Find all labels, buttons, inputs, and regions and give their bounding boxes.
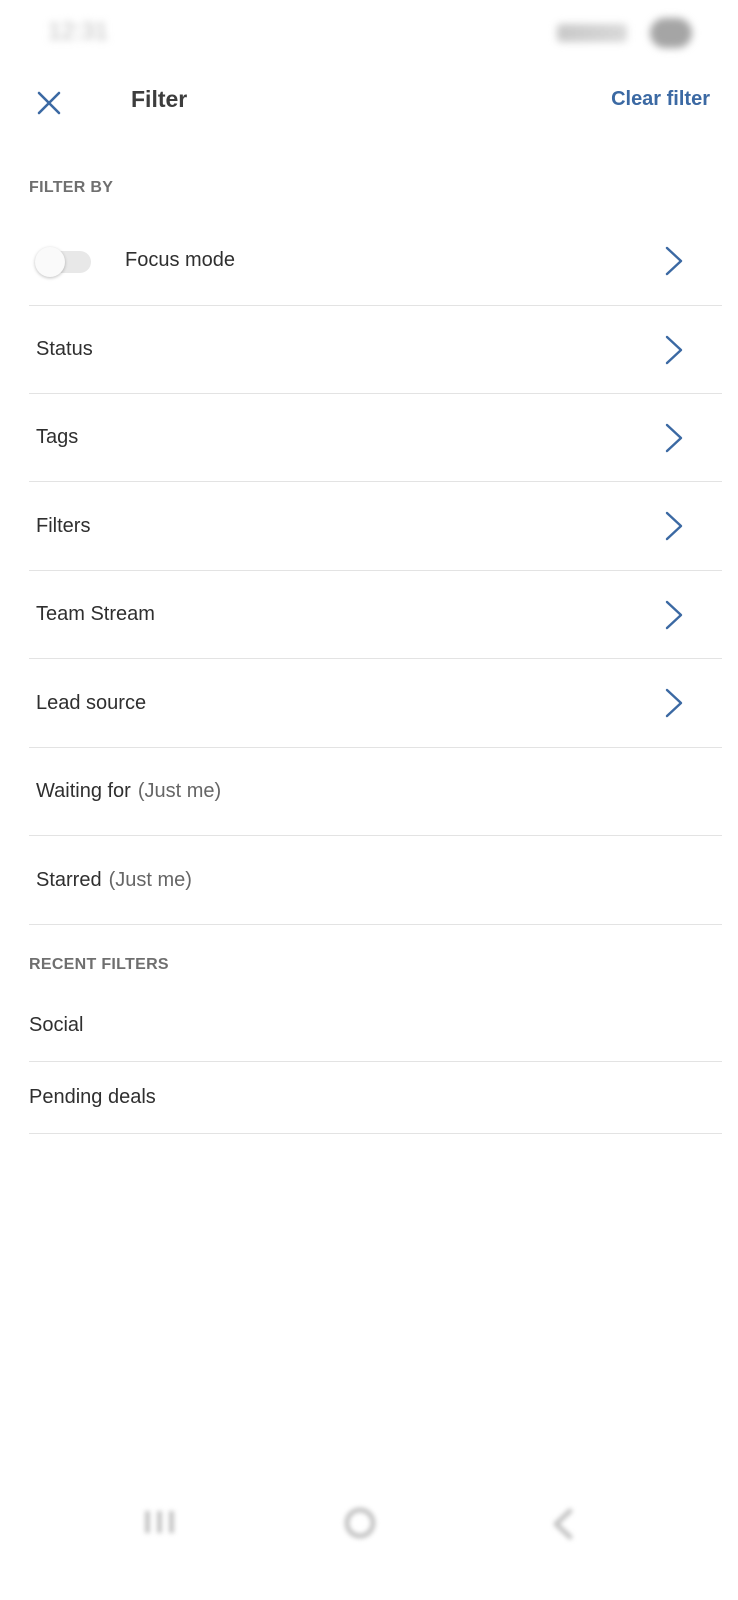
back-icon[interactable] — [550, 1507, 576, 1546]
status-time: 12:31 — [48, 18, 109, 45]
recent-filter-social[interactable]: Social — [29, 990, 722, 1062]
status-icons — [557, 18, 692, 48]
recent-filter-label: Social — [29, 1014, 84, 1036]
filter-item-label: Tags — [36, 426, 79, 448]
filter-item-sublabel: (Just me) — [108, 868, 192, 891]
chevron-right-icon — [662, 333, 686, 367]
filter-item-label: Filters — [36, 514, 91, 537]
close-icon — [37, 91, 61, 115]
chevron-right-icon — [662, 686, 686, 720]
filter-item-starred[interactable]: Starred (Just me) — [29, 836, 722, 925]
filter-item-waiting-for[interactable]: Waiting for (Just me) — [29, 748, 722, 836]
chevron-right-icon — [662, 509, 686, 543]
filter-item-sublabel: (Just me) — [137, 780, 222, 802]
system-nav-bar — [0, 1495, 738, 1555]
filter-item-label: Status — [36, 338, 93, 360]
signal-icon — [557, 24, 627, 42]
filter-item-team-stream[interactable]: Team Stream — [29, 571, 722, 659]
filter-item-lead-source[interactable]: Lead source — [29, 659, 722, 748]
battery-icon — [650, 18, 692, 48]
toggle-knob — [35, 246, 65, 277]
clear-filter-button[interactable]: Clear filter — [611, 88, 710, 111]
filter-item-label: Waiting for — [36, 780, 131, 802]
status-bar: 12:31 — [0, 0, 738, 66]
filter-item-label: Team Stream — [36, 603, 155, 625]
focus-mode-row[interactable]: Focus mode — [29, 216, 722, 306]
filter-item-label: Starred — [36, 868, 102, 891]
chevron-right-icon — [662, 421, 686, 455]
recents-icon[interactable] — [143, 1507, 177, 1542]
recent-filters-heading: RECENT FILTERS — [29, 956, 169, 973]
focus-mode-toggle[interactable] — [35, 246, 91, 277]
chevron-right-icon — [662, 598, 686, 632]
page-title: Filter — [131, 86, 188, 112]
header: Filter Clear filter — [0, 66, 738, 138]
close-button[interactable] — [28, 82, 68, 122]
focus-mode-label: Focus mode — [125, 249, 236, 271]
recent-filter-pending-deals[interactable]: Pending deals — [29, 1062, 722, 1134]
chevron-right-icon — [662, 244, 686, 278]
home-icon[interactable] — [342, 1507, 378, 1548]
filter-item-filters[interactable]: Filters — [29, 482, 722, 571]
filter-item-tags[interactable]: Tags — [29, 394, 722, 482]
filter-item-label: Lead source — [36, 691, 147, 714]
filter-by-heading: FILTER BY — [29, 179, 114, 196]
filter-item-status[interactable]: Status — [29, 306, 722, 394]
recent-filter-label: Pending deals — [29, 1086, 156, 1108]
